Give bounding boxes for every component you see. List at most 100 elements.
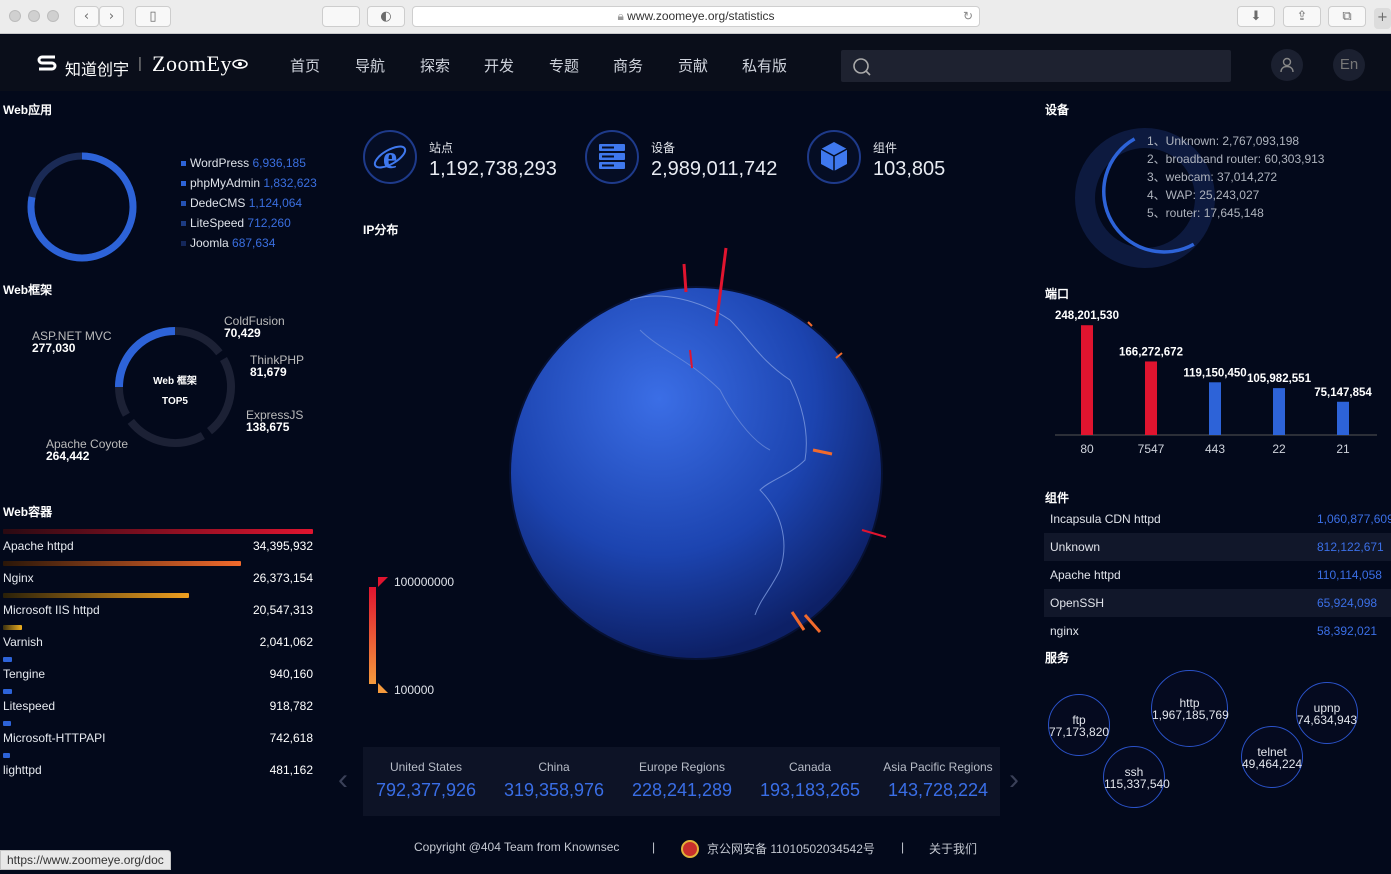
privacy-shield-button[interactable]: ◐ (367, 6, 405, 27)
web-framework-title: Web框架 (3, 283, 53, 297)
downloads-button[interactable]: ⬇ (1237, 6, 1275, 27)
nav-develop[interactable]: 开发 (484, 55, 514, 76)
web-framework-center-label: Web 框架 TOP5 (153, 376, 197, 407)
ports-bar-chart: 80 248,201,530 7547 166,272,672 443 119,150,4… (1055, 310, 1377, 456)
stat-value: 103,805 (873, 158, 946, 180)
search-input[interactable] (841, 50, 1231, 82)
nav-private-edition[interactable]: 私有版 (742, 55, 787, 76)
legend-square-icon (181, 181, 186, 187)
container-name: Microsoft-HTTPAPI (3, 731, 106, 745)
minimize-window-button[interactable] (28, 10, 40, 22)
sidebar-toggle-button[interactable]: ▯ (135, 6, 171, 27)
port-data-label: 75,147,854 (1314, 387, 1372, 399)
back-button[interactable]: ‹ (74, 6, 99, 27)
nav-navigation[interactable]: 导航 (355, 55, 385, 76)
container-value: 34,395,932 (252, 539, 313, 553)
blank-tab-button[interactable] (322, 6, 360, 27)
port-data-label: 119,150,450 (1183, 367, 1246, 379)
container-value: 940,160 (269, 667, 313, 681)
region-item: Asia Pacific Regions 143,728,224 (883, 760, 993, 800)
component-stat-icon-wrap (807, 130, 861, 184)
nav-home[interactable]: 首页 (290, 55, 320, 76)
service-bubble[interactable]: http 1,967,185,769 (1151, 670, 1229, 747)
stat-label: 组件 (873, 141, 898, 155)
web-app-title: Web应用 (3, 103, 53, 117)
zoom-window-button[interactable] (47, 10, 59, 22)
device-item: 4、WAP: 25,243,027 (1147, 188, 1260, 202)
service-bubble[interactable]: telnet 49,464,224 (1241, 726, 1303, 788)
device-item: 5、router: 17,645,148 (1147, 206, 1264, 220)
logo-text-cn[interactable]: 知道创宇 (65, 56, 129, 80)
stat-label: 站点 (429, 141, 454, 155)
user-icon (1280, 57, 1294, 73)
tabs-overview-button[interactable]: ⧉ (1328, 6, 1366, 27)
service-bubble[interactable]: ftp 77,173,820 (1048, 694, 1110, 756)
site-stat-icon-wrap: e (363, 130, 417, 184)
device-stat-icon-wrap (585, 130, 639, 184)
svg-text:e: e (383, 139, 397, 175)
forward-button[interactable]: › (99, 6, 124, 27)
prev-region-arrow[interactable]: ‹ (338, 765, 348, 795)
service-bubble[interactable]: upnp 74,634,943 (1296, 682, 1358, 744)
service-bubble[interactable]: ssh 115,337,540 (1103, 746, 1170, 808)
chevron-left-icon: ‹ (83, 9, 90, 24)
address-bar[interactable]: 🔒︎ www.zoomeye.org/statistics ↻ (412, 6, 980, 27)
fw-value: 81,679 (250, 365, 287, 379)
stat-value: 1,192,738,293 (429, 158, 557, 180)
url-text: www.zoomeye.org/statistics (627, 9, 775, 23)
share-button[interactable]: ⇪ (1283, 6, 1321, 27)
reload-icon[interactable]: ↻ (963, 7, 973, 26)
stat-value: 2,989,011,742 (651, 158, 778, 180)
legend-square-icon (181, 221, 186, 227)
nav-explore[interactable]: 探索 (420, 55, 450, 76)
ip-globe[interactable] (490, 240, 900, 670)
fw-value: 277,030 (32, 341, 76, 355)
new-tab-button[interactable]: + (1374, 8, 1391, 29)
nav-contribute[interactable]: 贡献 (678, 55, 708, 76)
device-item: 3、webcam: 37,014,272 (1147, 170, 1278, 184)
ip-legend-max: 100000000 (394, 575, 455, 589)
search-icon (853, 58, 871, 76)
container-bar (3, 593, 189, 598)
fw-value: 70,429 (224, 326, 261, 340)
ip-distribution-title: IP分布 (363, 223, 399, 237)
user-button[interactable] (1271, 49, 1303, 81)
container-name: Varnish (3, 635, 43, 649)
close-window-button[interactable] (9, 10, 21, 22)
lock-icon: 🔒︎ (617, 9, 628, 23)
tabs-icon: ⧉ (1342, 9, 1352, 24)
port-data-label: 105,982,551 (1247, 373, 1312, 385)
logo-separator: | (138, 55, 142, 72)
eye-logo-icon (232, 59, 248, 69)
logo-text-zoomeye[interactable]: ZoomEy (152, 51, 232, 77)
legend-square-icon (181, 161, 186, 167)
footer-beian-link[interactable]: 京公网安备 11010502034542号 (707, 840, 875, 857)
container-bar (3, 753, 10, 758)
nav-topics[interactable]: 专题 (549, 55, 579, 76)
web-app-ring-chart (27, 152, 137, 262)
container-value: 26,373,154 (252, 571, 313, 585)
device-item: 2、broadband router: 60,303,913 (1147, 152, 1325, 166)
nav-business[interactable]: 商务 (613, 55, 643, 76)
legend-square-icon (181, 201, 186, 207)
port-data-label: 166,272,672 (1119, 346, 1183, 358)
web-app-legend-item: Joomla 687,634 (181, 236, 275, 250)
web-app-legend-item: WordPress 6,936,185 (181, 156, 306, 170)
footer-separator: | (652, 840, 656, 854)
container-value: 481,162 (269, 763, 313, 777)
container-name: Apache httpd (3, 539, 74, 553)
web-app-legend-item: phpMyAdmin 1,832,623 (181, 176, 317, 190)
container-value: 20,547,313 (252, 603, 313, 617)
ie-icon: e (373, 139, 407, 175)
next-region-arrow[interactable]: › (1009, 765, 1019, 795)
devices-title: 设备 (1045, 103, 1070, 117)
download-icon: ⬇ (1250, 9, 1262, 24)
server-icon (599, 144, 625, 169)
web-app-legend-item: LiteSpeed 712,260 (181, 216, 291, 230)
footer-about-link[interactable]: 关于我们 (929, 840, 977, 857)
language-toggle[interactable]: En (1333, 49, 1365, 81)
stat-label: 设备 (651, 141, 676, 155)
knownsec-logo-icon[interactable] (36, 54, 58, 74)
web-app-legend-item: DedeCMS 1,124,064 (181, 196, 302, 210)
web-container-title: Web容器 (3, 505, 53, 519)
